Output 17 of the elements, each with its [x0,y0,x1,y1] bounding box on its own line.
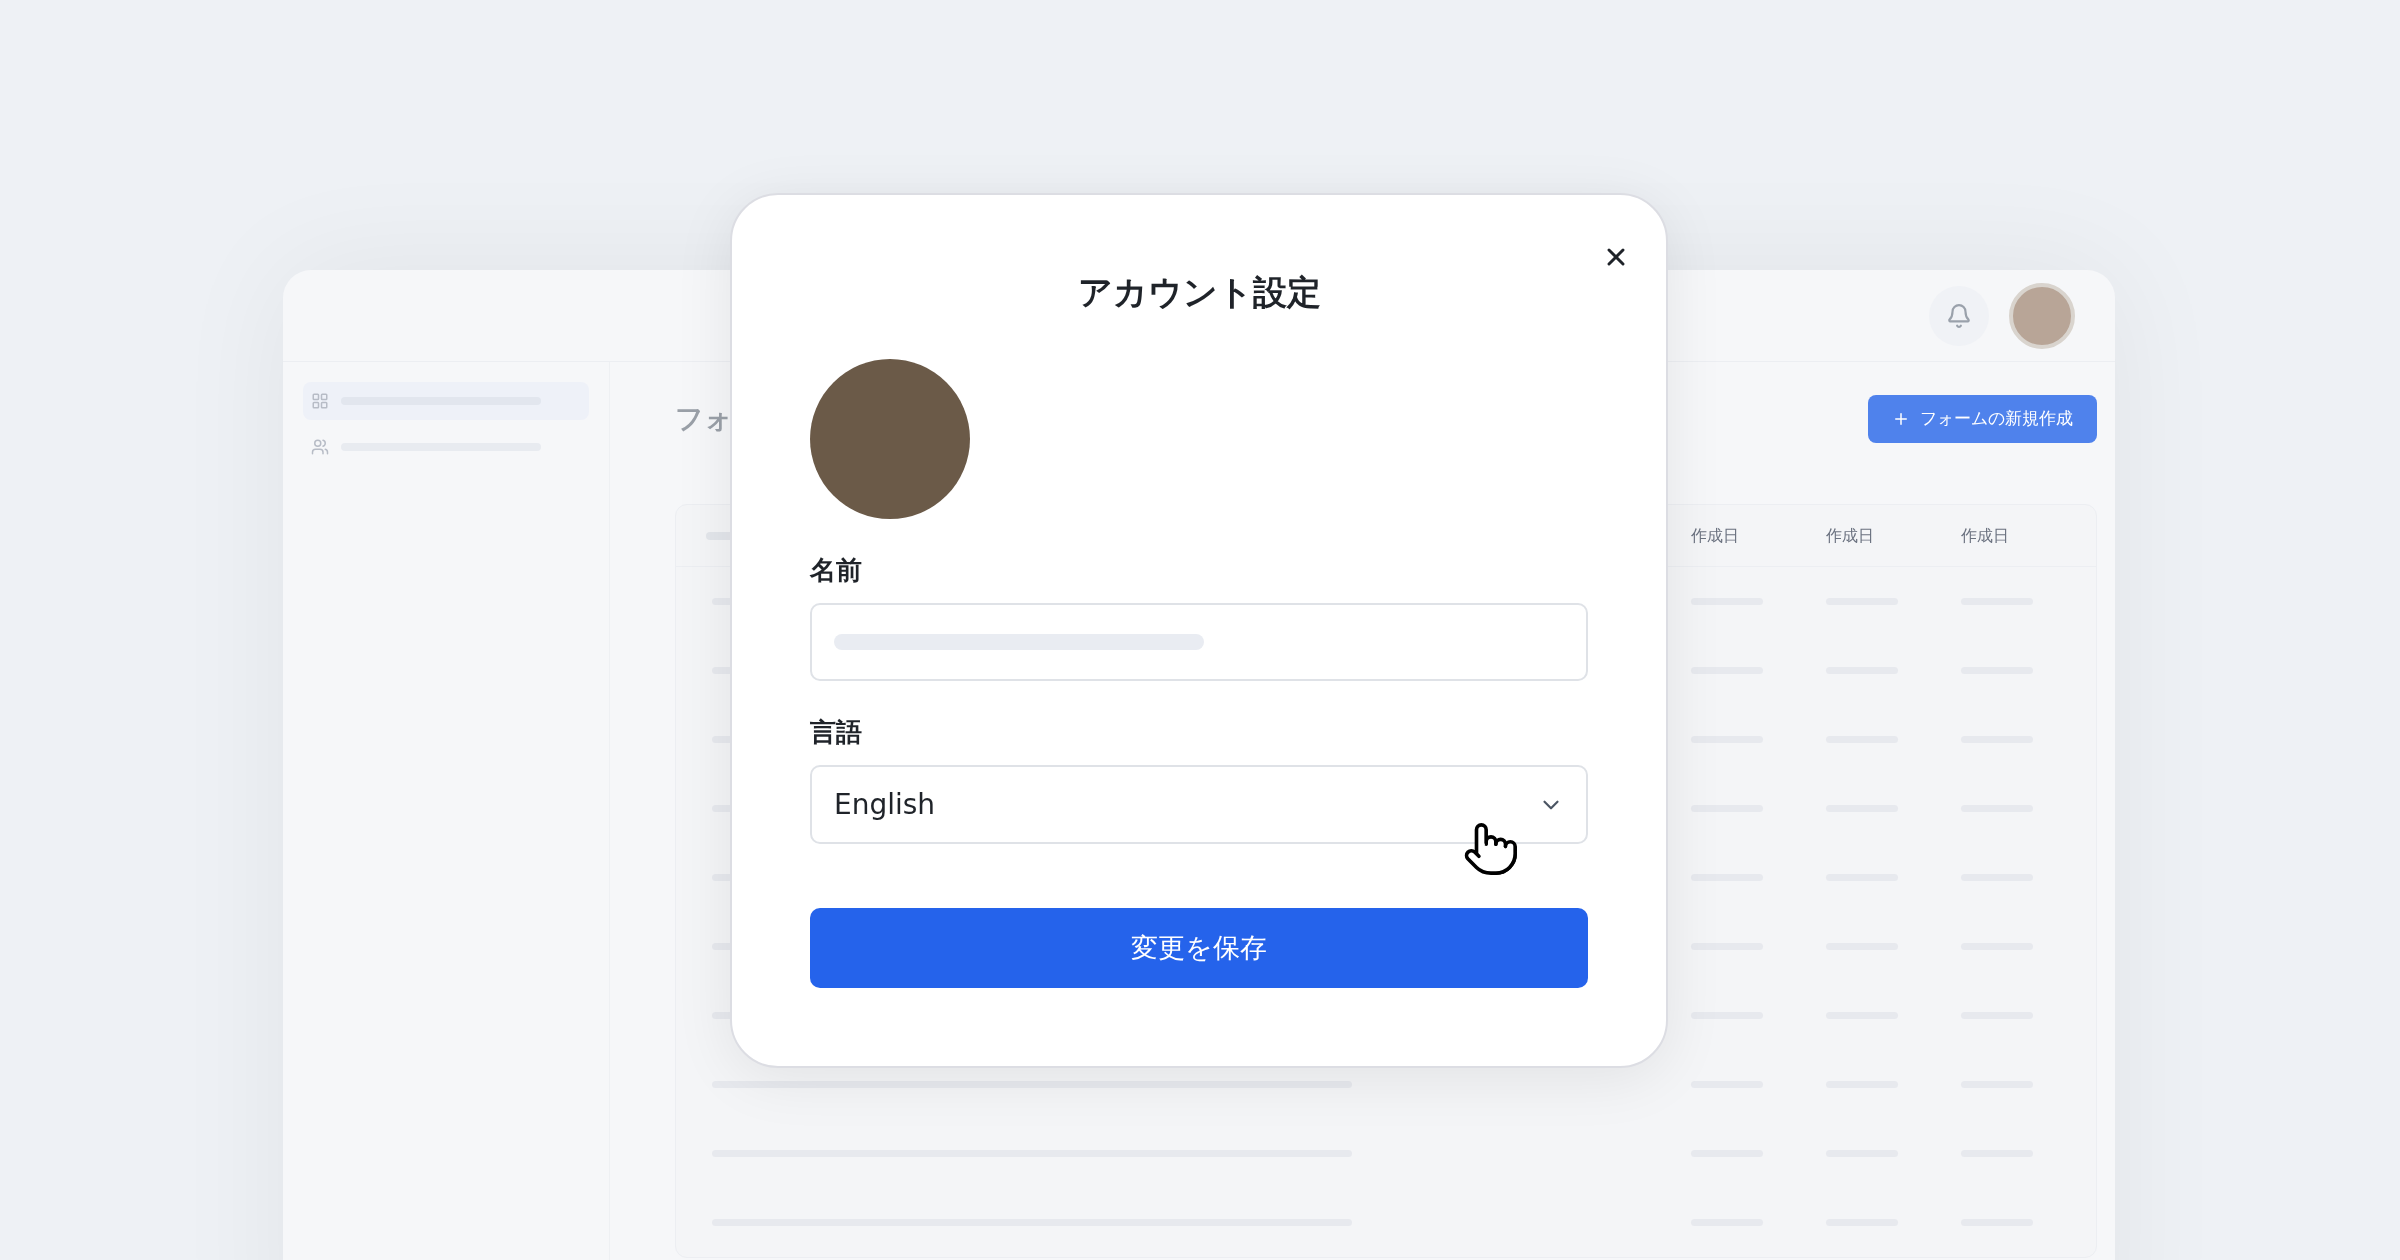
page-title: フォ [675,401,733,437]
language-select[interactable]: English [810,765,1588,844]
bell-icon [1946,302,1972,329]
field-label: 名前 [810,557,863,583]
plus-icon [1892,410,1910,428]
new-form-button[interactable]: フォームの新規作成 [1868,395,2097,443]
text-field[interactable] [810,603,1588,681]
sidebar-item[interactable] [303,382,589,420]
grid-icon [311,392,329,410]
hand-cursor-icon [1462,820,1520,878]
save-button[interactable]: 変更を保存 [810,908,1588,988]
column-header: 作成日 [1826,524,1875,547]
people-icon [311,438,329,456]
field-label: 言語 [810,719,863,745]
column-header: 作成日 [1691,524,1740,547]
column-header: 作成日 [1961,524,2010,547]
dialog-title: アカウント設定 [1077,275,1321,309]
